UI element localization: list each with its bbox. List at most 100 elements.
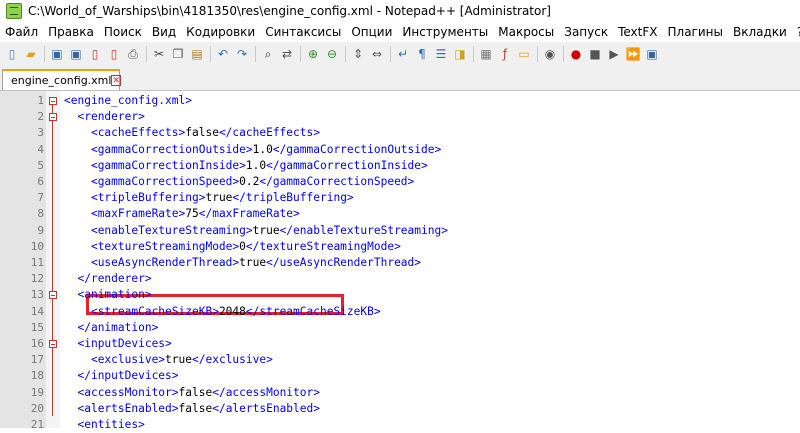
code-line: 17 <exclusive>true</exclusive> [0,352,800,368]
toolbar-separator [345,46,346,62]
menu-item-5[interactable]: Синтаксисы [260,25,346,39]
menu-item-3[interactable]: Вид [147,25,181,39]
code-text: <maxFrameRate>75</maxFrameRate> [90,207,300,221]
fold-toggle-icon[interactable] [49,113,57,122]
folder-workspace-icon[interactable]: ▭ [515,45,533,63]
line-number: 15 [30,320,44,334]
redo-icon[interactable]: ↷ [233,45,251,63]
line-number: 5 [37,158,44,172]
code-text: </renderer> [77,272,152,286]
fold-toggle-icon[interactable] [49,291,57,300]
menu-item-12[interactable]: Вкладки [728,25,792,39]
play-macro-icon[interactable]: ▶ [605,45,623,63]
code-text: <renderer> [77,110,145,124]
menu-item-11[interactable]: Плагины [663,25,728,39]
open-file-icon[interactable]: ▰ [22,45,40,63]
editor[interactable]: 1 <engine_config.xml> 2 <renderer> 3 <cache… [0,91,800,431]
toolbar-separator [473,46,474,62]
line-number: 21 [30,418,44,431]
menu-item-13[interactable]: ? [792,25,800,39]
save-icon[interactable]: ▣ [48,45,66,63]
code-line: 4 <gammaCorrectionOutside>1.0</gammaCorr… [0,142,800,158]
zoom-in-icon[interactable]: ⊕ [304,45,322,63]
menu-item-8[interactable]: Макросы [493,25,559,39]
code-text: <textureStreamingMode>0</textureStreamin… [90,239,401,253]
tab-engine-config[interactable]: engine_config.xml ✕ [2,69,122,90]
code-line: 21 <entities> [0,417,800,433]
menu-item-7[interactable]: Инструменты [397,25,493,39]
code-text: <cacheEffects>false</cacheEffects> [90,126,320,140]
code-text: <gammaCorrectionOutside>1.0</gammaCorrec… [90,142,442,156]
code-line: 10 <textureStreamingMode>0</textureStrea… [0,239,800,255]
paste-icon[interactable]: ▤ [188,45,206,63]
code-line: 11 <useAsyncRenderThread>true</useAsyncR… [0,255,800,271]
line-number: 9 [37,223,44,237]
code-text: <alertsEnabled>false</alertsEnabled> [77,401,320,415]
code-text: <exclusive>true</exclusive> [90,353,273,367]
close-all-icon[interactable]: ▯ [105,45,123,63]
menu-item-9[interactable]: Запуск [559,25,613,39]
toolbar-separator [563,46,564,62]
code-text: <streamCacheSizeKB>2048</streamCacheSize… [90,304,381,318]
menu-item-2[interactable]: Поиск [99,25,147,39]
zoom-out-icon[interactable]: ⊖ [323,45,341,63]
menu-item-10[interactable]: TextFX [613,25,662,39]
toolbar-separator [537,46,538,62]
code-text: <entities> [77,418,145,431]
line-number: 4 [37,142,44,156]
show-all-chars-icon[interactable]: ¶ [413,45,431,63]
save-all-icon[interactable]: ▣ [67,45,85,63]
menu-item-0[interactable]: Файл [0,25,43,39]
tab-bar: engine_config.xml ✕ [0,66,800,91]
code-line: 5 <gammaCorrectionInside>1.0</gammaCorre… [0,158,800,174]
undo-icon[interactable]: ↶ [214,45,232,63]
menu-item-1[interactable]: Правка [43,25,99,39]
user-lang-icon[interactable]: ◨ [451,45,469,63]
toolbar-separator [300,46,301,62]
code-text: <gammaCorrectionSpeed>0.2</gammaCorrecti… [90,175,415,188]
code-text: <accessMonitor>false</accessMonitor> [77,385,320,399]
menu-bar: Файл Правка Поиск Вид Кодировки Синтаксисы Опц… [0,22,800,42]
code-text: <gammaCorrectionInside>1.0</gammaCorrect… [90,158,428,172]
menu-item-4[interactable]: Кодировки [181,25,260,39]
code-line: 8 <maxFrameRate>75</maxFrameRate> [0,206,800,222]
tab-close-icon[interactable]: ✕ [111,75,122,86]
line-number: 10 [30,239,44,253]
word-wrap-icon[interactable]: ↵ [394,45,412,63]
doc-map-icon[interactable]: ▦ [477,45,495,63]
code-line: 18 </inputDevices> [0,368,800,384]
code-line: 1 <engine_config.xml> [0,93,800,109]
line-number: 13 [30,288,44,302]
line-number: 20 [30,401,44,415]
record-macro-icon[interactable]: ● [567,45,585,63]
print-icon[interactable]: ⎙ [124,45,142,63]
fold-toggle-icon[interactable] [49,97,57,105]
sync-horizontal-icon[interactable]: ⇔ [368,45,386,63]
new-file-icon[interactable]: ▯ [3,45,21,63]
replace-icon[interactable]: ⇄ [278,45,296,63]
code-line: 2 <renderer> [0,109,800,125]
line-number: 11 [30,256,44,269]
line-number: 6 [37,175,44,188]
indent-guide-icon[interactable]: ☰ [432,45,450,63]
cut-icon[interactable]: ✂ [150,45,168,63]
stop-macro-icon[interactable]: ■ [586,45,604,63]
save-macro-icon[interactable]: ▣ [643,45,661,63]
toolbar: ▯ ▰ ▣ ▣ ▯ ▯ ⎙ ✂ ❐ ▤ ↶ ↷ ⌕ ⇄ ⊕ ⊖ ⇕ ⇔ ↵ ¶ ☰ ◨ ▦ ƒ ▭ ◉ ● ■ ▶ ⏩ ▣ [0,42,800,66]
find-icon[interactable]: ⌕ [259,45,277,63]
copy-icon[interactable]: ❐ [169,45,187,63]
window-title: C:\World_of_Warships\bin\4181350\res\eng… [28,4,551,18]
code-line: 16 <inputDevices> [0,336,800,352]
code-text: <inputDevices> [77,337,172,350]
code-text: <engine_config.xml> [64,94,192,107]
sync-vertical-icon[interactable]: ⇕ [349,45,367,63]
menu-item-6[interactable]: Опции [346,25,397,39]
function-list-icon[interactable]: ƒ [496,45,514,63]
close-icon[interactable]: ▯ [86,45,104,63]
monitor-icon[interactable]: ◉ [541,45,559,63]
fold-toggle-icon[interactable] [49,340,57,348]
line-number: 18 [30,369,44,383]
code-text: <animation> [77,288,152,302]
code-line: 3 <cacheEffects>false</cacheEffects> [0,125,800,141]
run-macro-multiple-icon[interactable]: ⏩ [624,45,642,63]
